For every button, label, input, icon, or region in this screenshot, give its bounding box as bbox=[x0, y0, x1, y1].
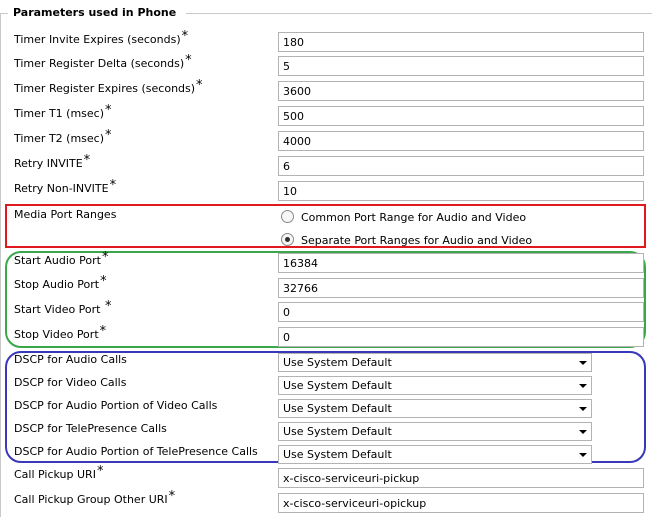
retry-invite-input[interactable] bbox=[278, 156, 644, 176]
dscp-telepresence-select[interactable]: Use System Default bbox=[278, 422, 592, 441]
dscp-audio-portion-video-select[interactable]: Use System Default bbox=[278, 399, 592, 418]
chevron-down-icon[interactable] bbox=[579, 453, 587, 457]
timer-register-expires-input[interactable] bbox=[278, 81, 644, 101]
required-marker: * bbox=[96, 464, 104, 479]
field-label-dscp-audio-portion-telepresence: DSCP for Audio Portion of TelePresence C… bbox=[14, 445, 258, 458]
field-label-timer-register-delta: Timer Register Delta (seconds)* bbox=[14, 53, 192, 70]
timer-register-delta-input[interactable] bbox=[278, 56, 644, 76]
chevron-down-icon[interactable] bbox=[579, 384, 587, 388]
field-label-timer-invite-expires: Timer Invite Expires (seconds)* bbox=[14, 29, 189, 46]
timer-t1-input[interactable] bbox=[278, 106, 644, 126]
radio-button-icon[interactable] bbox=[281, 210, 294, 223]
start-video-port-input[interactable] bbox=[278, 302, 644, 322]
field-label-stop-audio-port: Stop Audio Port* bbox=[14, 274, 107, 291]
chevron-down-icon[interactable] bbox=[579, 430, 587, 434]
timer-t2-input[interactable] bbox=[278, 131, 644, 151]
retry-non-invite-input[interactable] bbox=[278, 181, 644, 201]
required-marker: * bbox=[105, 299, 112, 314]
required-marker: * bbox=[185, 53, 192, 68]
fieldset-border-top-left bbox=[0, 13, 8, 14]
required-marker: * bbox=[105, 128, 112, 143]
field-label-stop-video-port: Stop Video Port* bbox=[14, 324, 107, 341]
stop-video-port-input[interactable] bbox=[278, 327, 644, 347]
call-pickup-uri-input[interactable] bbox=[278, 468, 644, 488]
radio-common-port-range-label: Common Port Range for Audio and Video bbox=[301, 211, 527, 224]
required-marker: * bbox=[83, 153, 91, 168]
field-label-dscp-audio-portion-video: DSCP for Audio Portion of Video Calls bbox=[14, 399, 218, 412]
media-port-ranges-label: Media Port Ranges bbox=[14, 208, 117, 221]
dscp-audio-calls-select[interactable]: Use System Default bbox=[278, 353, 592, 372]
field-label-retry-non-invite: Retry Non-INVITE* bbox=[14, 178, 117, 195]
required-marker: * bbox=[109, 178, 117, 193]
field-label-timer-t2: Timer T2 (msec)* bbox=[14, 128, 112, 145]
section-title: Parameters used in Phone bbox=[11, 5, 179, 21]
radio-button-selected-icon[interactable] bbox=[281, 233, 294, 246]
field-label-start-video-port: Start Video Port * bbox=[14, 299, 112, 316]
required-marker: * bbox=[168, 489, 176, 504]
required-marker: * bbox=[99, 324, 107, 339]
chevron-down-icon[interactable] bbox=[579, 407, 587, 411]
field-label-call-pickup-group-other-uri: Call Pickup Group Other URI* bbox=[14, 489, 176, 506]
field-label-timer-t1: Timer T1 (msec)* bbox=[14, 103, 112, 120]
required-marker: * bbox=[181, 29, 189, 44]
field-label-dscp-video-calls: DSCP for Video Calls bbox=[14, 376, 127, 389]
required-marker: * bbox=[100, 274, 107, 289]
field-label-retry-invite: Retry INVITE* bbox=[14, 153, 91, 170]
field-label-start-audio-port: Start Audio Port* bbox=[14, 250, 109, 267]
required-marker: * bbox=[196, 78, 203, 93]
dscp-audio-portion-telepresence-select[interactable]: Use System Default bbox=[278, 445, 592, 464]
field-label-dscp-audio-calls: DSCP for Audio Calls bbox=[14, 353, 127, 366]
fieldset-border-top-right bbox=[186, 13, 652, 14]
start-audio-port-input[interactable] bbox=[278, 253, 644, 273]
field-label-timer-register-expires: Timer Register Expires (seconds)* bbox=[14, 78, 203, 95]
radio-common-port-range[interactable]: Common Port Range for Audio and Video bbox=[281, 210, 526, 226]
timer-invite-expires-input[interactable] bbox=[278, 32, 644, 52]
required-marker: * bbox=[105, 103, 112, 118]
radio-separate-port-ranges-label: Separate Port Ranges for Audio and Video bbox=[301, 234, 533, 247]
field-label-call-pickup-uri: Call Pickup URI* bbox=[14, 464, 104, 481]
fieldset-border-left bbox=[0, 13, 1, 517]
stop-audio-port-input[interactable] bbox=[278, 278, 644, 298]
field-label-dscp-telepresence: DSCP for TelePresence Calls bbox=[14, 422, 167, 435]
dscp-video-calls-select[interactable]: Use System Default bbox=[278, 376, 592, 395]
radio-separate-port-ranges[interactable]: Separate Port Ranges for Audio and Video bbox=[281, 233, 532, 249]
required-marker: * bbox=[101, 250, 109, 265]
call-pickup-group-other-uri-input[interactable] bbox=[278, 493, 644, 513]
chevron-down-icon[interactable] bbox=[579, 361, 587, 365]
